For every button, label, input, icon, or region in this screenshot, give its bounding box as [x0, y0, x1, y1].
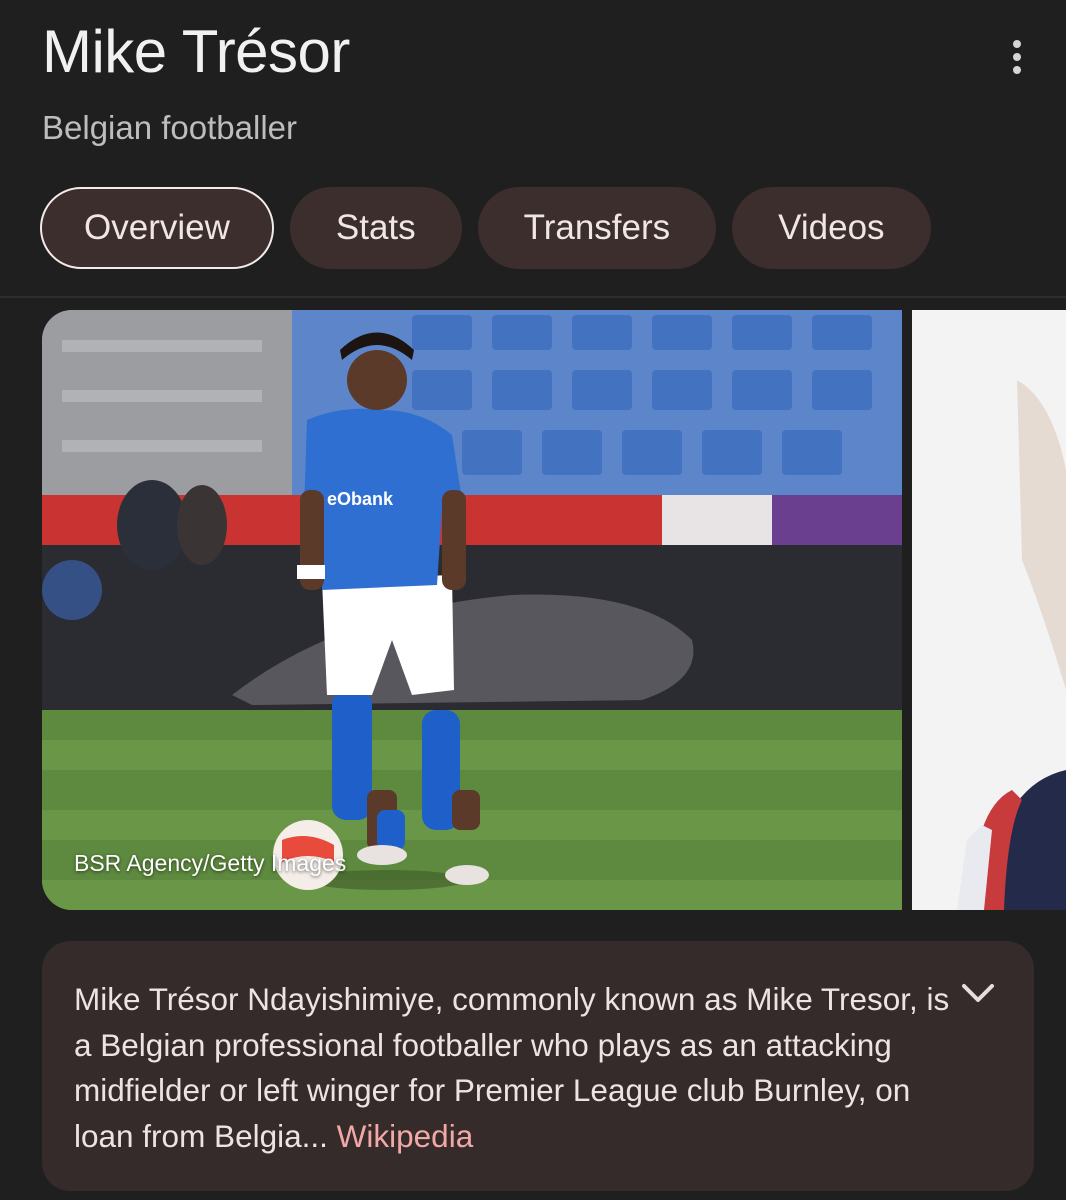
player-photo-2-illustration [912, 310, 1066, 910]
wikipedia-link[interactable]: Wikipedia [337, 1118, 474, 1154]
image-credit: BSR Agency/Getty Images [74, 850, 347, 876]
more-dot [1013, 53, 1021, 61]
tab-videos[interactable]: Videos [732, 187, 931, 269]
entity-title: Mike Trésor [42, 18, 350, 85]
knowledge-panel-header: Mike Trésor Belgian footballer [42, 14, 1066, 146]
tab-stats[interactable]: Stats [289, 187, 462, 269]
player-photo-2[interactable] [912, 310, 1066, 910]
description-ellipsis: ... [301, 1117, 328, 1154]
more-dot [1013, 40, 1021, 48]
more-vert-icon[interactable] [1000, 36, 1034, 78]
tab-overview[interactable]: Overview [40, 187, 274, 269]
chevron-down-icon[interactable] [958, 979, 998, 1009]
description-body: Mike Trésor Ndayishimiye, commonly known… [74, 981, 950, 1154]
more-dot [1013, 66, 1021, 74]
description-text: Mike Trésor Ndayishimiye, commonly known… [74, 977, 954, 1159]
player-photo[interactable]: eObank BSR Agency/Getty Images [42, 310, 902, 910]
shirt-sponsor-text: eObank [327, 489, 394, 509]
tab-transfers[interactable]: Transfers [477, 187, 717, 269]
entity-subtitle: Belgian footballer [42, 109, 298, 146]
tab-bar: Overview Stats Transfers Videos [40, 187, 931, 270]
description-card: Mike Trésor Ndayishimiye, commonly known… [42, 941, 1034, 1191]
divider [0, 296, 1066, 298]
player-photo-illustration: eObank [42, 310, 902, 910]
